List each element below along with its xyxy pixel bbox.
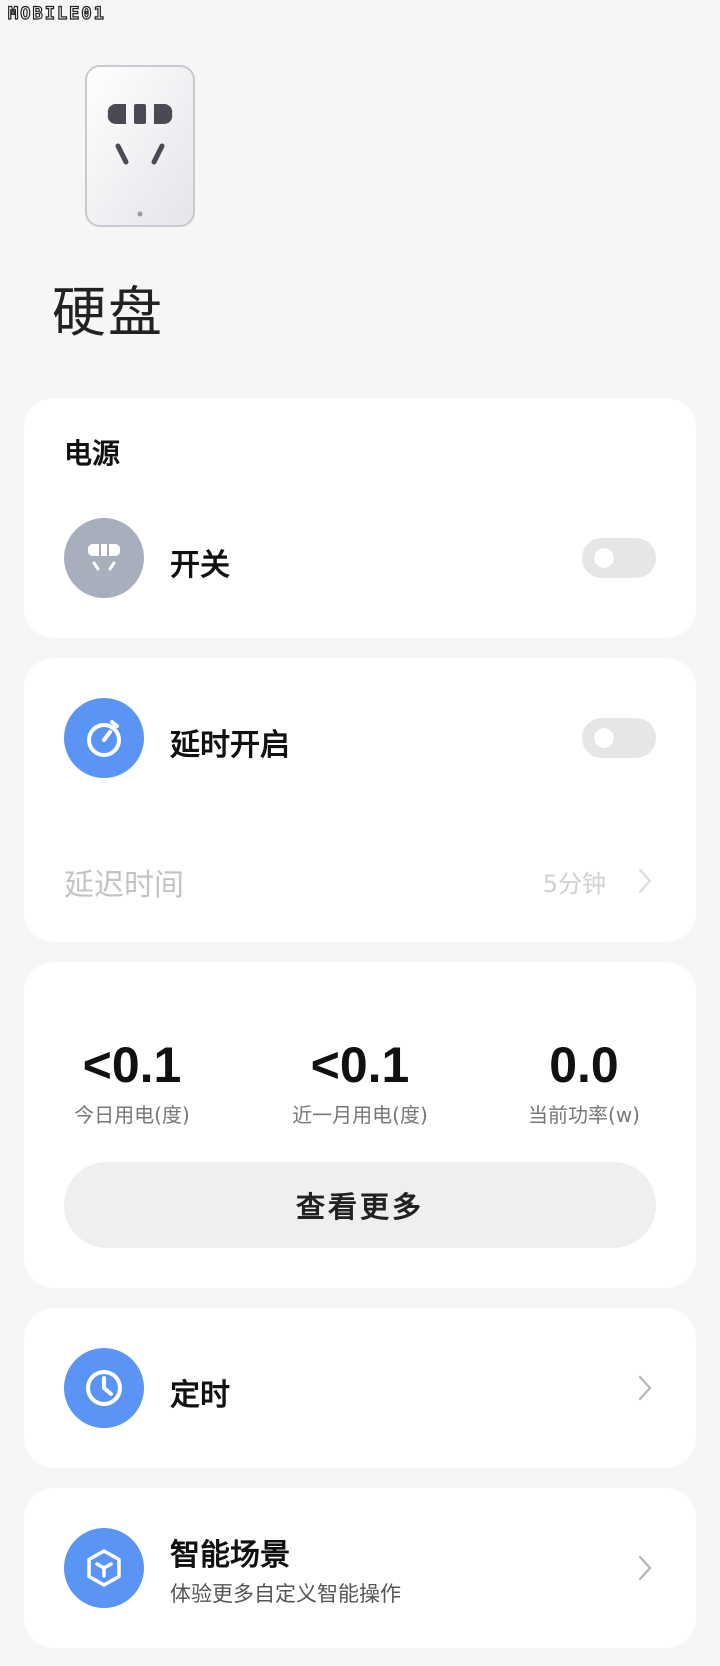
stat-value: 0.0 [549, 1037, 619, 1093]
toggle-knob [594, 728, 614, 748]
toggle-knob [594, 548, 614, 568]
stat-label: 近一月用电(度) [292, 1103, 428, 1127]
stat-label: 当前功率(w) [528, 1103, 640, 1127]
delay-time-label: 延迟时间 [64, 868, 184, 903]
smart-plug-image [85, 65, 195, 227]
stat-power: 0.0 当前功率(w) [484, 1038, 684, 1128]
stopwatch-icon [64, 698, 144, 778]
stat-value: <0.1 [310, 1037, 410, 1093]
delay-start-label: 延时开启 [170, 728, 290, 763]
stat-month: <0.1 近一月用电(度) [260, 1038, 460, 1128]
section-title-power: 电源 [64, 437, 121, 470]
cube-icon [64, 1528, 144, 1608]
chevron-right-icon [638, 1555, 652, 1581]
energy-stats-card: <0.1 今日用电(度) <0.1 近一月用电(度) 0.0 当前功率(w) 查… [24, 962, 696, 1288]
smart-scene-label: 智能场景 [170, 1538, 290, 1573]
delay-start-toggle[interactable] [582, 718, 656, 758]
timer-card[interactable]: 定时 [24, 1308, 696, 1468]
power-card: 电源 开关 [24, 398, 696, 638]
timer-label: 定时 [170, 1378, 230, 1413]
stat-label: 今日用电(度) [74, 1103, 190, 1127]
switch-label: 开关 [170, 548, 230, 583]
chevron-right-icon[interactable] [638, 868, 652, 894]
smart-scene-subtitle: 体验更多自定义智能操作 [170, 1582, 401, 1606]
chevron-right-icon [638, 1375, 652, 1401]
stat-today: <0.1 今日用电(度) [32, 1038, 232, 1128]
stat-value: <0.1 [82, 1037, 182, 1093]
delay-time-value[interactable]: 5分钟 [543, 864, 606, 899]
view-more-button[interactable]: 查看更多 [64, 1162, 656, 1248]
plug-icon [64, 518, 144, 598]
device-name: 硬盘 [52, 281, 164, 344]
delay-start-card: 延时开启 延迟时间 5分钟 [24, 658, 696, 942]
clock-icon [64, 1348, 144, 1428]
power-switch-toggle[interactable] [582, 538, 656, 578]
smart-scene-card[interactable]: 智能场景 体验更多自定义智能操作 [24, 1488, 696, 1648]
watermark-logo: MOBILE01 [7, 3, 106, 24]
